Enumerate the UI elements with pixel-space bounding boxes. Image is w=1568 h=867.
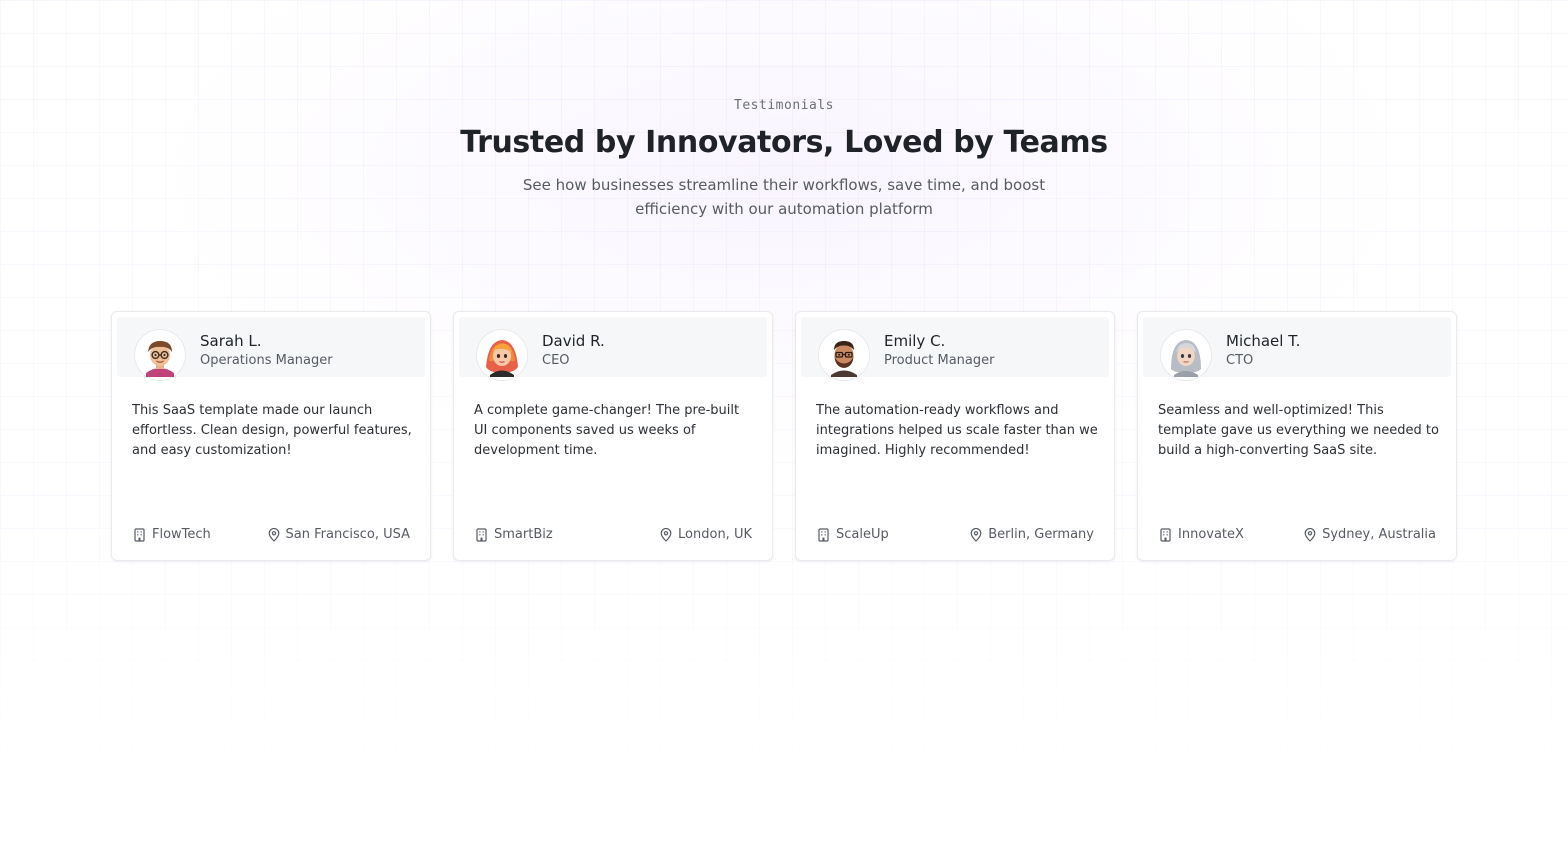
testimonial-card: David R. CEO A complete game-changer! Th… <box>453 311 773 561</box>
company-meta: SmartBiz <box>475 526 553 544</box>
avatar-glasses-icon <box>139 334 181 377</box>
testimonial-card: Michael T. CTO Seamless and well-optimiz… <box>1137 311 1457 561</box>
map-pin-icon <box>268 528 279 542</box>
company-name: SmartBiz <box>494 527 553 542</box>
testimonial-quote: A complete game-changer! The pre-built U… <box>474 403 740 458</box>
building-icon <box>818 528 829 542</box>
card-header: Michael T. CTO <box>1143 317 1451 381</box>
location-meta: San Francisco, USA <box>268 526 410 544</box>
avatar-gray-hair-icon <box>1165 334 1207 377</box>
location-meta: Sydney, Australia <box>1304 526 1436 544</box>
person-role: Operations Manager <box>200 353 333 368</box>
company-name: InnovateX <box>1178 527 1244 542</box>
person-info: Emily C. Product Manager <box>884 331 994 370</box>
section-eyebrow: Testimonials <box>734 98 834 113</box>
avatar <box>818 329 870 381</box>
avatar-red-hair-icon <box>481 334 523 377</box>
card-header: David R. CEO <box>459 317 767 381</box>
testimonial-quote: Seamless and well-optimized! This templa… <box>1158 403 1439 458</box>
testimonial-cards: Sarah L. Operations Manager This SaaS te… <box>111 311 1457 561</box>
location-meta: London, UK <box>660 526 752 544</box>
location-meta: Berlin, Germany <box>970 526 1094 544</box>
person-info: Michael T. CTO <box>1226 331 1300 370</box>
building-icon <box>476 528 487 542</box>
person-name: Sarah L. <box>200 332 262 350</box>
company-name: FlowTech <box>152 527 211 542</box>
section-subtitle: See how businesses streamline their work… <box>522 176 1046 218</box>
company-meta: ScaleUp <box>817 526 889 544</box>
person-name: Michael T. <box>1226 332 1301 350</box>
location-name: San Francisco, USA <box>285 527 410 542</box>
avatar <box>134 329 186 381</box>
person-info: David R. CEO <box>542 331 605 370</box>
map-pin-icon <box>970 528 982 542</box>
location-name: London, UK <box>678 527 752 542</box>
company-name: ScaleUp <box>836 527 889 542</box>
card-footer: InnovateX Sydney, Australia <box>1159 526 1436 544</box>
person-info: Sarah L. Operations Manager <box>200 331 333 370</box>
testimonial-card: Sarah L. Operations Manager This SaaS te… <box>111 311 431 561</box>
card-footer: ScaleUp Berlin, Germany <box>817 526 1094 544</box>
building-icon <box>134 528 145 542</box>
company-meta: InnovateX <box>1159 526 1244 544</box>
section-header: Testimonials Trusted by Innovators, Love… <box>0 97 1568 221</box>
section-title: Trusted by Innovators, Loved by Teams <box>460 125 1108 160</box>
person-role: CEO <box>542 353 570 368</box>
avatar <box>1160 329 1212 381</box>
card-footer: FlowTech San Francisco, USA <box>133 526 410 544</box>
avatar <box>476 329 528 381</box>
building-icon <box>1160 528 1171 542</box>
testimonial-quote: This SaaS template made our launch effor… <box>132 403 412 458</box>
map-pin-icon <box>660 528 672 542</box>
person-name: Emily C. <box>884 332 946 350</box>
testimonial-card: Emily C. Product Manager The automation-… <box>795 311 1115 561</box>
map-pin-icon <box>1304 528 1316 542</box>
card-header: Emily C. Product Manager <box>801 317 1109 381</box>
person-role: CTO <box>1226 353 1254 368</box>
person-name: David R. <box>542 332 605 350</box>
card-header: Sarah L. Operations Manager <box>117 317 425 381</box>
person-role: Product Manager <box>884 353 995 368</box>
card-footer: SmartBiz London, UK <box>475 526 752 544</box>
testimonial-quote: The automation-ready workflows and integ… <box>816 403 1098 458</box>
company-meta: FlowTech <box>133 526 211 544</box>
location-name: Berlin, Germany <box>988 527 1094 542</box>
avatar-beard-icon <box>823 334 865 377</box>
location-name: Sydney, Australia <box>1322 527 1436 542</box>
